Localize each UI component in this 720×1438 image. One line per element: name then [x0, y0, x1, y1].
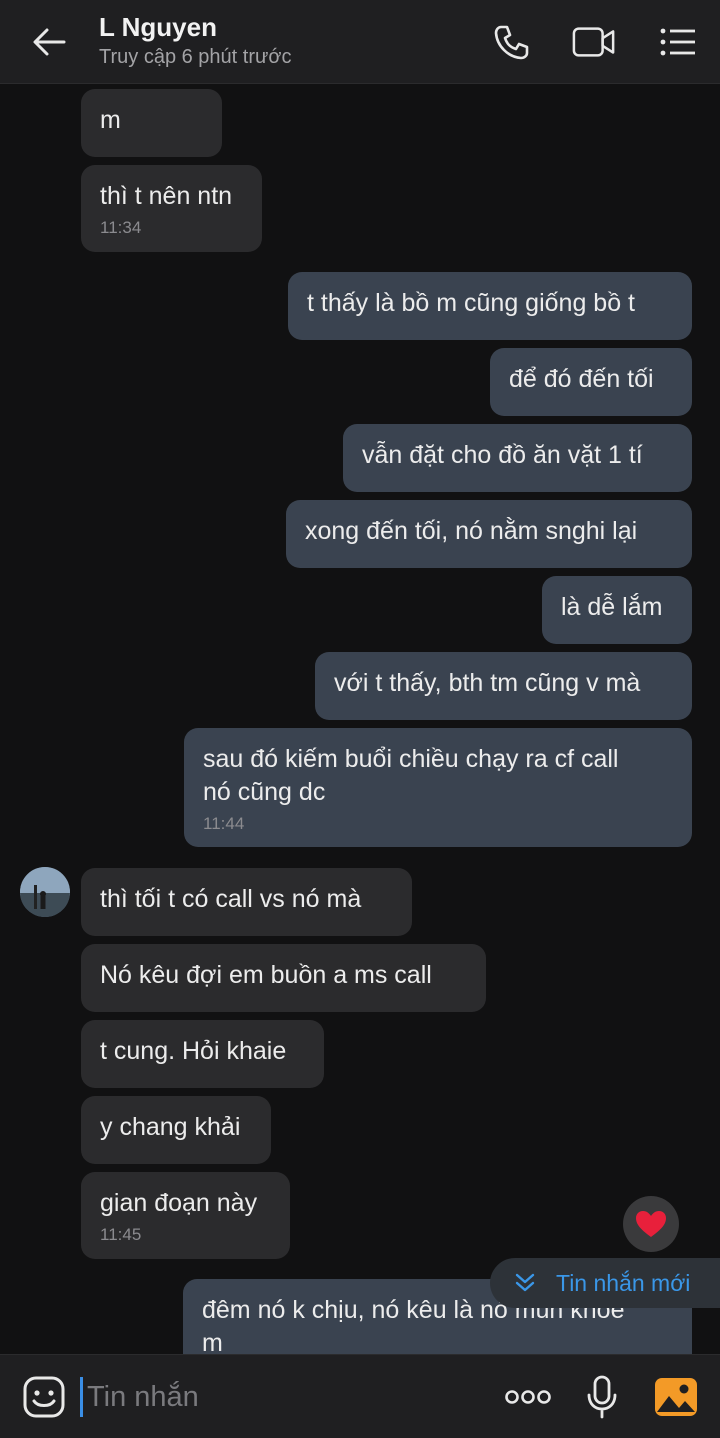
phone-icon	[494, 25, 529, 60]
message-text: với t thấy, bth tm cũng v mà	[334, 669, 641, 697]
message-text: sau đó kiếm buổi chiều chạy ra cf call	[203, 745, 619, 773]
arrow-left-icon	[33, 28, 66, 56]
send-image-button[interactable]	[652, 1373, 700, 1421]
contact-avatar[interactable]	[20, 867, 70, 917]
message-time: 11:34	[100, 218, 142, 237]
back-button[interactable]	[26, 22, 72, 62]
message-text: thì t nên ntn	[100, 182, 233, 210]
message-text: thì tối t có call vs nó mà	[100, 885, 362, 913]
new-messages-label: Tin nhắn mới	[556, 1269, 691, 1296]
message-input[interactable]	[80, 1377, 480, 1417]
message-bubble-incoming[interactable]: gian đoạn này 11:45	[81, 1172, 290, 1259]
more-dots-icon	[505, 1390, 551, 1404]
double-chevron-down-icon	[515, 1273, 535, 1292]
message-bubble-outgoing[interactable]: vẫn đặt cho đồ ăn vặt 1 tí	[343, 424, 692, 492]
last-seen-status: Truy cập 6 phút trước	[99, 46, 292, 68]
avatar-photo	[20, 867, 70, 917]
video-camera-icon	[572, 27, 615, 57]
message-bubble-outgoing[interactable]: sau đó kiếm buổi chiều chạy ra cf call n…	[184, 728, 692, 847]
sticker-smile-icon	[23, 1376, 65, 1418]
heart-icon	[636, 1211, 666, 1237]
message-text: là dễ lắm	[561, 593, 663, 621]
message-text: m	[202, 1329, 223, 1354]
message-bubble-incoming[interactable]: thì tối t có call vs nó mà	[81, 868, 412, 936]
message-bubble-outgoing[interactable]: t thấy là bồ m cũng giống bồ t	[288, 272, 692, 340]
message-text: y chang khải	[100, 1113, 241, 1141]
message-time: 11:45	[100, 1225, 142, 1244]
message-text: nó cũng dc	[203, 778, 326, 806]
message-composer	[0, 1354, 720, 1438]
microphone-icon	[587, 1375, 617, 1419]
message-bubble-incoming[interactable]: Nó kêu đợi em buồn a ms call	[81, 944, 486, 1012]
message-list[interactable]: m thì t nên ntn 11:34 t thấy là bồ m cũn…	[0, 84, 720, 1354]
chat-header: L Nguyen Truy cập 6 phút trước	[0, 0, 720, 84]
sticker-button[interactable]	[20, 1373, 68, 1421]
image-gallery-icon	[655, 1378, 697, 1416]
list-menu-icon	[660, 28, 695, 56]
message-bubble-incoming[interactable]: t cung. Hỏi khaie	[81, 1020, 324, 1088]
voice-call-button[interactable]	[489, 22, 533, 62]
message-text: t thấy là bồ m cũng giống bồ t	[307, 289, 635, 317]
message-text: xong đến tối, nó nằm snghi lại	[305, 517, 638, 545]
message-bubble-outgoing[interactable]: xong đến tối, nó nằm snghi lại	[286, 500, 692, 568]
message-bubble-outgoing[interactable]: với t thấy, bth tm cũng v mà	[315, 652, 692, 720]
message-text: Nó kêu đợi em buồn a ms call	[100, 961, 432, 989]
message-bubble-outgoing[interactable]: là dễ lắm	[542, 576, 692, 644]
message-text: để đó đến tối	[509, 365, 654, 393]
voice-message-button[interactable]	[578, 1373, 626, 1421]
contact-name[interactable]: L Nguyen	[99, 12, 217, 43]
message-bubble-incoming[interactable]: m	[81, 89, 222, 157]
message-bubble-incoming[interactable]: thì t nên ntn 11:34	[81, 165, 262, 252]
message-bubble-incoming[interactable]: y chang khải	[81, 1096, 271, 1164]
message-text: vẫn đặt cho đồ ăn vặt 1 tí	[362, 441, 643, 469]
message-text: m	[100, 106, 121, 134]
new-messages-button[interactable]: Tin nhắn mới	[490, 1258, 720, 1308]
reaction-button[interactable]	[623, 1196, 679, 1252]
message-text: gian đoạn này	[100, 1189, 258, 1217]
message-bubble-outgoing[interactable]: để đó đến tối	[490, 348, 692, 416]
message-time: 11:44	[203, 814, 245, 833]
chat-options-button[interactable]	[656, 22, 700, 62]
video-call-button[interactable]	[572, 22, 616, 62]
message-text: t cung. Hỏi khaie	[100, 1037, 287, 1065]
more-options-button[interactable]	[504, 1373, 552, 1421]
